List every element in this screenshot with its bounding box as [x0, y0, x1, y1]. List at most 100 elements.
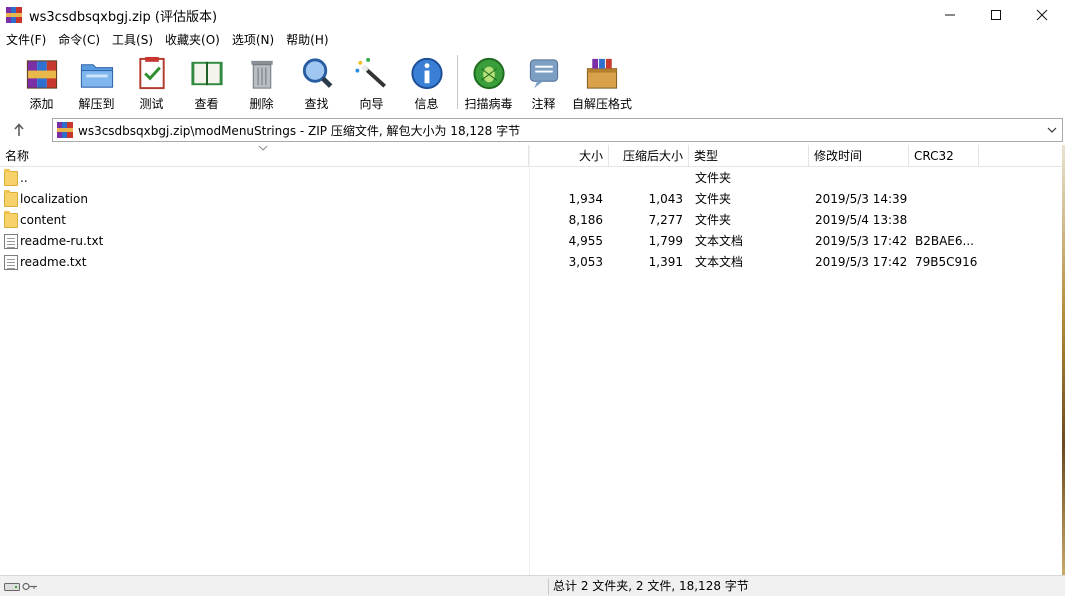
file-size: 1,934 [568, 192, 603, 206]
path-combobox[interactable]: ws3csdbsqxbgj.zip\modMenuStrings - ZIP 压… [52, 118, 1063, 142]
find-icon [302, 58, 332, 88]
comment-label: 注释 [531, 97, 556, 111]
text-file-icon [4, 234, 18, 249]
folder-icon [4, 169, 18, 186]
address-bar: ws3csdbsqxbgj.zip\modMenuStrings - ZIP 压… [0, 116, 1065, 144]
info-icon [410, 57, 443, 90]
sfx-icon [586, 58, 618, 89]
window-title: ws3csdbsqxbgj.zip (评估版本) [29, 9, 218, 25]
file-type: 文件夹 [695, 171, 732, 185]
file-modified: 2019/5/3 17:42 [815, 255, 908, 269]
archive-icon [57, 122, 73, 138]
column-header-size[interactable]: 大小 [529, 145, 609, 167]
maximize-icon [991, 10, 1001, 20]
file-crc32: 79B5C916 [915, 255, 977, 269]
virus-scan-icon [472, 57, 505, 90]
menu-tools[interactable]: 工具(S) [106, 30, 159, 50]
column-header-crc32[interactable]: CRC32 [909, 145, 979, 167]
file-name: readme-ru.txt [20, 234, 104, 248]
extract-to-label: 解压到 [78, 97, 115, 111]
file-name: content [20, 213, 66, 227]
file-packed-size [609, 168, 683, 189]
column-header-packed[interactable]: 压缩后大小 [609, 145, 689, 167]
winrar-window: ws3csdbsqxbgj.zip (评估版本) 文件(F) 命令(C) 工具(… [0, 0, 1065, 596]
delete-icon [250, 60, 273, 89]
key-icon[interactable] [22, 581, 38, 592]
status-divider [548, 578, 549, 595]
file-modified: 2019/5/3 17:42 [815, 234, 908, 248]
info-button[interactable]: 信息 [399, 50, 454, 112]
toolbar: 添加 解压到 测试 查看 删除 查找 向导 信息 扫描病毒 注释 自解压格式 [0, 50, 1065, 114]
path-dropdown-button[interactable] [1046, 123, 1058, 137]
file-name: localization [20, 192, 88, 206]
minimize-button[interactable] [927, 0, 973, 30]
sfx-button[interactable]: 自解压格式 [571, 50, 633, 112]
menu-options[interactable]: 选项(N) [226, 30, 280, 50]
toolbar-separator [457, 55, 458, 109]
column-header-modified[interactable]: 修改时间 [809, 145, 909, 167]
extract-to-button[interactable]: 解压到 [69, 50, 124, 112]
maximize-button[interactable] [973, 0, 1019, 30]
file-modified [815, 168, 909, 189]
menu-favorites[interactable]: 收藏夹(O) [159, 30, 226, 50]
list-item[interactable]: readme-ru.txt 4,955 1,799 文本文档 2019/5/3 … [0, 231, 1062, 252]
file-modified: 2019/5/4 13:38 [815, 213, 908, 227]
list-item[interactable]: .. 文件夹 [0, 168, 1062, 189]
list-item[interactable]: localization 1,934 1,043 文件夹 2019/5/3 14… [0, 189, 1062, 210]
wizard-icon [354, 57, 386, 88]
wizard-label: 向导 [359, 97, 384, 111]
file-size: 3,053 [568, 255, 603, 269]
comment-button[interactable]: 注释 [516, 50, 571, 112]
view-label: 查看 [194, 97, 219, 111]
file-name: .. [20, 171, 28, 185]
test-label: 测试 [139, 97, 164, 111]
delete-button[interactable]: 删除 [234, 50, 289, 112]
file-crc32 [915, 189, 977, 210]
file-type: 文本文档 [695, 255, 744, 269]
file-crc32 [915, 210, 977, 231]
minimize-icon [945, 14, 955, 16]
wizard-button[interactable]: 向导 [344, 50, 399, 112]
find-button[interactable]: 查找 [289, 50, 344, 112]
file-packed-size: 7,277 [648, 213, 683, 227]
test-button[interactable]: 测试 [124, 50, 179, 112]
file-crc32 [915, 168, 977, 189]
up-one-level-button[interactable] [8, 120, 30, 140]
file-packed-size: 1,043 [648, 192, 683, 206]
status-bar: 总计 2 文件夹, 2 文件, 18,128 字节 [0, 575, 1065, 596]
folder-icon [4, 190, 18, 207]
file-type: 文本文档 [695, 234, 744, 248]
virus-scan-label: 扫描病毒 [464, 97, 513, 111]
sort-descending-icon [258, 145, 268, 151]
close-button[interactable] [1019, 0, 1065, 30]
window-controls [927, 0, 1065, 30]
list-item[interactable]: content 8,186 7,277 文件夹 2019/5/4 13:38 [0, 210, 1062, 231]
close-icon [1036, 9, 1048, 21]
text-file-icon [4, 255, 18, 270]
list-item[interactable]: readme.txt 3,053 1,391 文本文档 2019/5/3 17:… [0, 252, 1062, 273]
file-type: 文件夹 [695, 192, 732, 206]
menu-bar: 文件(F) 命令(C) 工具(S) 收藏夹(O) 选项(N) 帮助(H) [0, 30, 1065, 50]
find-label: 查找 [304, 97, 329, 111]
file-name: readme.txt [20, 255, 87, 269]
menu-file[interactable]: 文件(F) [0, 30, 52, 50]
column-header-type[interactable]: 类型 [689, 145, 809, 167]
delete-label: 删除 [249, 97, 274, 111]
file-packed-size: 1,391 [648, 255, 683, 269]
view-button[interactable]: 查看 [179, 50, 234, 112]
file-list: .. 文件夹 localization 1,934 1,043 文件夹 2019… [0, 168, 1062, 574]
status-summary: 总计 2 文件夹, 2 文件, 18,128 字节 [553, 579, 749, 593]
info-label: 信息 [414, 97, 439, 111]
test-icon [138, 56, 165, 90]
add-label: 添加 [29, 97, 54, 111]
file-size [529, 168, 603, 189]
menu-help[interactable]: 帮助(H) [280, 30, 334, 50]
folder-icon [4, 211, 18, 228]
extract-to-icon [80, 64, 113, 88]
add-button[interactable]: 添加 [14, 50, 69, 112]
drive-icon[interactable] [4, 581, 20, 592]
menu-commands[interactable]: 命令(C) [52, 30, 106, 50]
title-bar: ws3csdbsqxbgj.zip (评估版本) [0, 0, 1065, 30]
virus-scan-button[interactable]: 扫描病毒 [461, 50, 516, 112]
status-icons [4, 580, 40, 593]
